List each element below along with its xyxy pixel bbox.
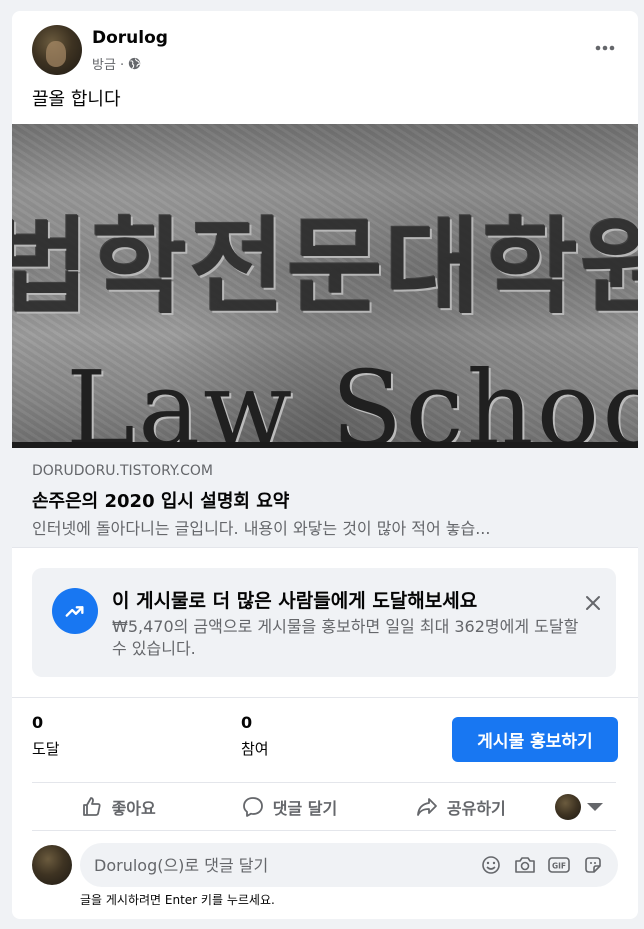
post-card: Dorulog 방금 · 끌올 합니다 법학전문대학원 Law School D… bbox=[12, 11, 638, 919]
avatar bbox=[554, 794, 581, 820]
emoji-icon[interactable] bbox=[480, 854, 502, 876]
carved-korean-text: 법학전문대학원 bbox=[12, 206, 638, 328]
link-title: 손주은의 2020 입시 설명회 요약 bbox=[32, 491, 290, 512]
promo-title: 이 게시물로 더 많은 사람들에게 도달해보세요 bbox=[112, 590, 478, 612]
author-name[interactable]: Dorulog bbox=[92, 28, 168, 48]
divider bbox=[32, 830, 616, 831]
svg-text:GIF: GIF bbox=[552, 862, 566, 871]
reach-stat: 0 도달 bbox=[32, 713, 60, 759]
boost-post-button[interactable]: 게시물 홍보하기 bbox=[452, 717, 618, 762]
post-text: 끌올 합니다 bbox=[32, 89, 121, 110]
reach-label: 도달 bbox=[32, 740, 60, 758]
gif-icon[interactable]: GIF bbox=[548, 854, 570, 876]
chevron-down-icon bbox=[586, 803, 603, 811]
commenter-avatar[interactable] bbox=[32, 845, 72, 885]
like-button[interactable]: 좋아요 bbox=[32, 787, 203, 827]
trending-up-icon bbox=[52, 588, 98, 634]
link-description: 인터넷에 돌아다니는 글입니다. 내용이 와닿는 것이 많아 적어 놓습... bbox=[32, 519, 491, 538]
comment-label: 댓글 달기 bbox=[272, 799, 338, 818]
divider bbox=[12, 697, 638, 698]
share-button[interactable]: 공유하기 bbox=[375, 787, 546, 827]
engagement-stat: 0 참여 bbox=[241, 713, 269, 759]
action-bar: 좋아요 댓글 달기 공유하기 bbox=[32, 785, 616, 829]
engagement-label: 참여 bbox=[241, 740, 269, 758]
link-preview-image[interactable]: 법학전문대학원 Law School bbox=[12, 124, 638, 448]
link-domain: DORUDORU.TISTORY.COM bbox=[32, 463, 214, 479]
post-header: Dorulog 방금 · bbox=[12, 11, 638, 83]
author-avatar[interactable] bbox=[32, 25, 82, 75]
close-icon[interactable] bbox=[580, 590, 606, 616]
camera-icon[interactable] bbox=[514, 854, 536, 876]
sticker-icon[interactable] bbox=[582, 854, 604, 876]
post-time[interactable]: 방금 · bbox=[92, 54, 124, 73]
like-icon bbox=[82, 797, 101, 816]
post-meta: 방금 · bbox=[92, 54, 141, 73]
engagement-value: 0 bbox=[241, 713, 253, 732]
post-as-selector[interactable] bbox=[546, 787, 616, 827]
divider bbox=[32, 782, 616, 783]
link-preview-info[interactable]: DORUDORU.TISTORY.COM 손주은의 2020 입시 설명회 요약… bbox=[12, 448, 638, 548]
share-icon bbox=[416, 798, 437, 816]
more-icon[interactable] bbox=[592, 35, 618, 61]
promo-banner: 이 게시물로 더 많은 사람들에게 도달해보세요 ₩5,470의 금액으로 게시… bbox=[32, 568, 616, 677]
comment-icon bbox=[242, 797, 263, 817]
like-label: 좋아요 bbox=[111, 799, 156, 818]
promo-description: ₩5,470의 금액으로 게시물을 홍보하면 일일 최대 362명에게 도달할 … bbox=[112, 617, 579, 658]
comment-hint: 글을 게시하려면 Enter 키를 누르세요. bbox=[80, 893, 275, 907]
comment-box: GIF bbox=[80, 843, 618, 887]
carved-english-text: Law School bbox=[66, 348, 638, 448]
comment-tools: GIF bbox=[480, 854, 618, 876]
reach-value: 0 bbox=[32, 713, 44, 732]
globe-icon bbox=[129, 57, 141, 70]
comment-button[interactable]: 댓글 달기 bbox=[203, 787, 374, 827]
share-label: 공유하기 bbox=[446, 799, 506, 818]
comment-input[interactable] bbox=[80, 855, 480, 875]
